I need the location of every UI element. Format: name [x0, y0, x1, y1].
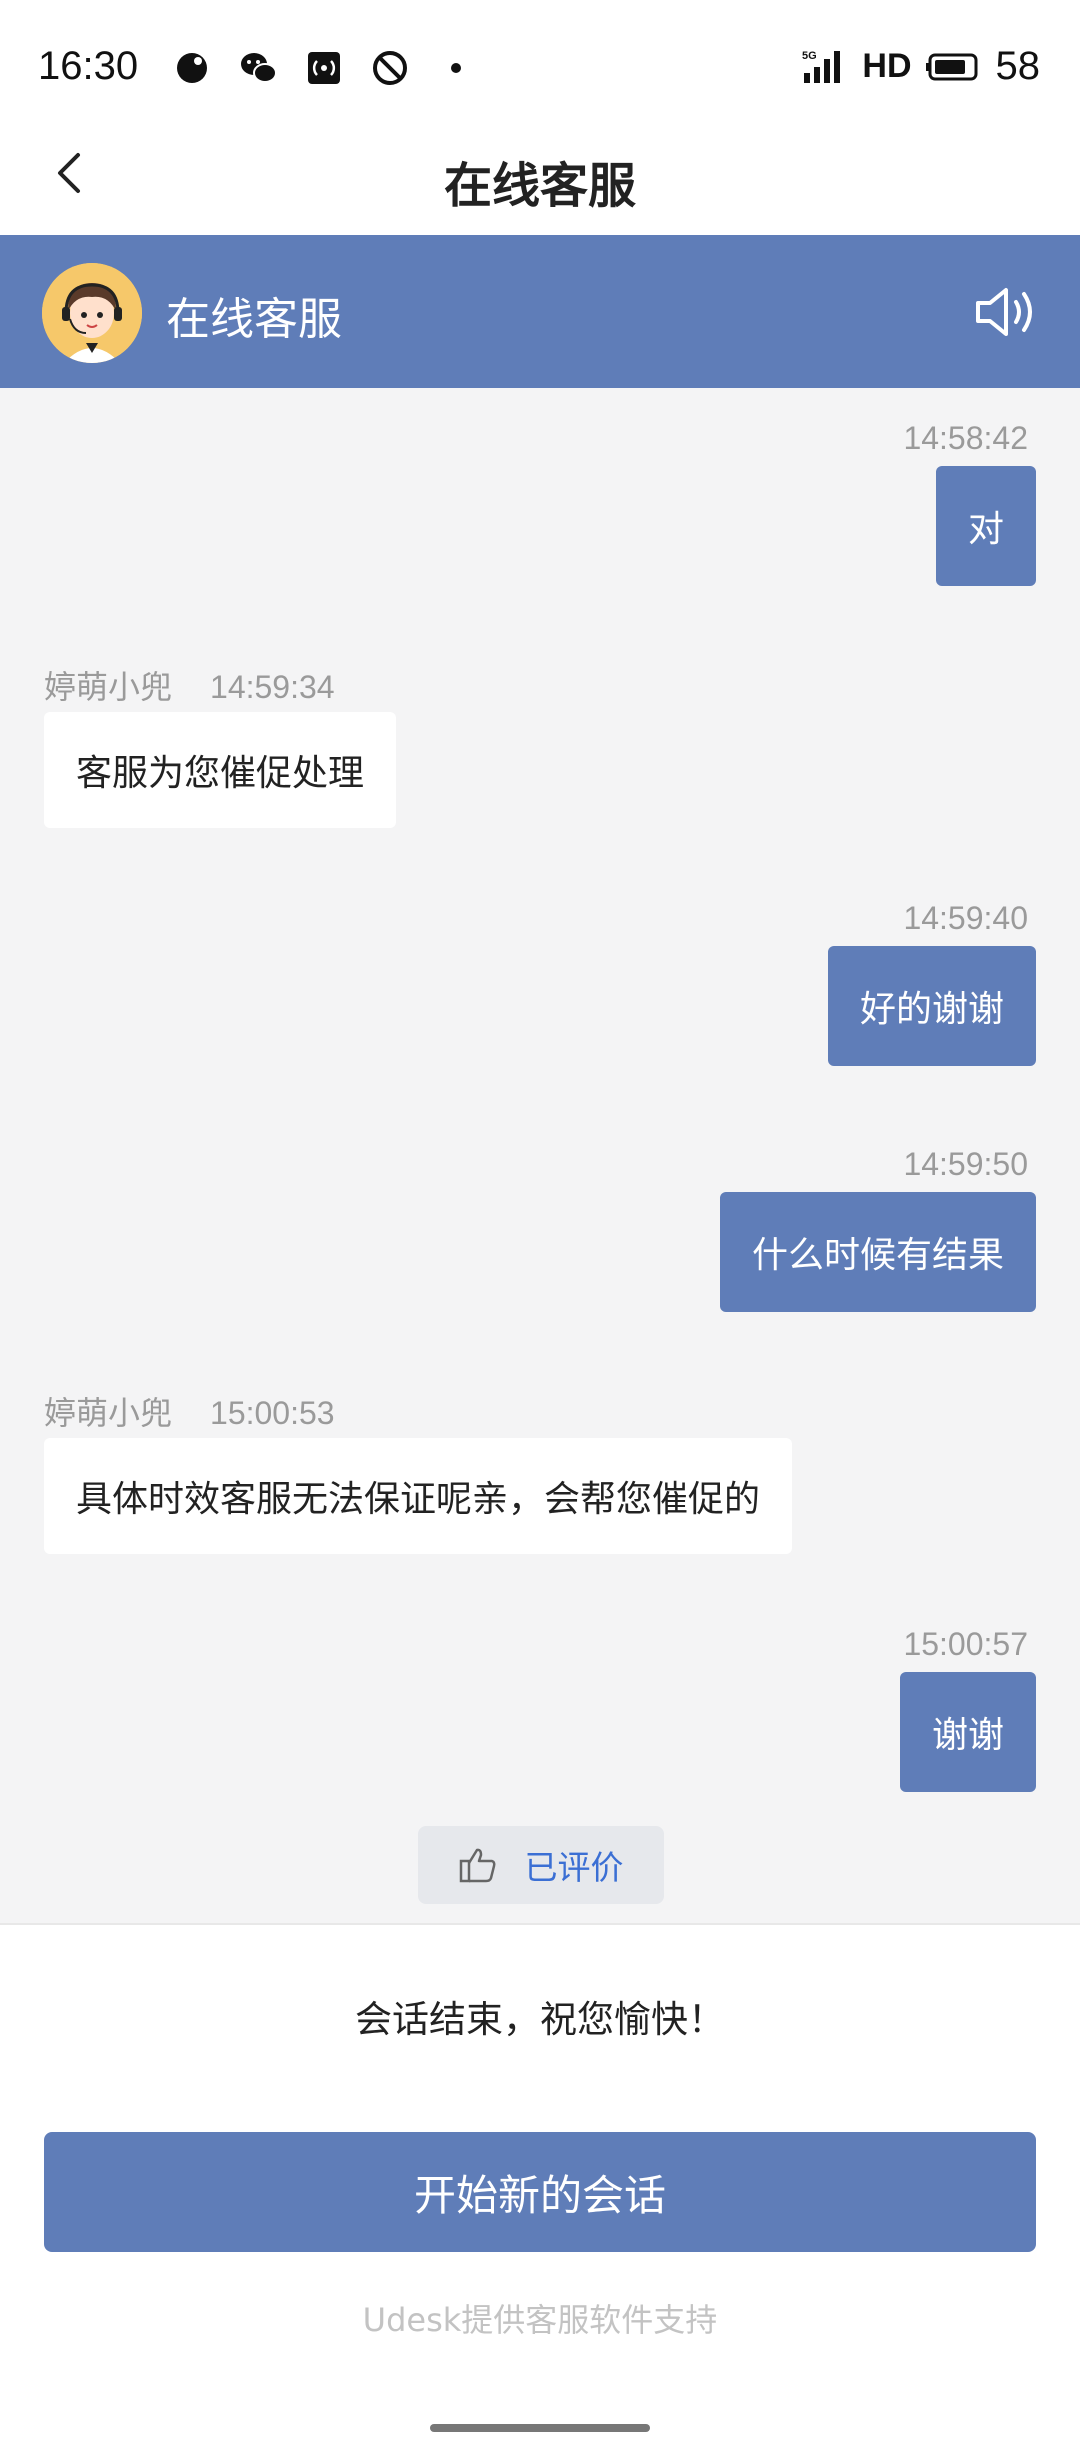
message-timestamp: 14:59:40: [903, 900, 1028, 936]
message-timestamp: 14:59:50: [903, 1146, 1028, 1182]
home-indicator[interactable]: [430, 2424, 650, 2432]
message-timestamp: 14:58:42: [903, 420, 1028, 456]
message-text: 具体时效客服无法保证呢亲，会帮您催促的: [76, 1479, 761, 1520]
message-text: 什么时候有结果: [751, 1235, 1004, 1276]
sender-name: 婷萌小兜: [44, 1395, 173, 1431]
signal-icon: 5G: [802, 50, 841, 83]
battery-level: 58: [995, 44, 1041, 88]
sender-name: 婷萌小兜: [44, 669, 173, 705]
incoming-message[interactable]: 客服为您催促处理: [44, 712, 397, 828]
message-timestamp: 15:00:57: [903, 1626, 1028, 1662]
rating-status-button[interactable]: 已评价: [418, 1826, 664, 1904]
app-dot-icon: [177, 53, 207, 83]
navigation-bar: 在线客服: [0, 110, 1080, 235]
outgoing-message[interactable]: 对: [935, 466, 1036, 586]
start-new-session-button[interactable]: 开始新的会话: [44, 2132, 1036, 2252]
powered-by-text: Udesk提供客服软件支持: [362, 2301, 718, 2339]
chat-messages[interactable]: 14:58:42 对 婷萌小兜 14:59:34 客服为您催促处理 14:59:4…: [0, 388, 1080, 1923]
battery-icon: [925, 53, 977, 80]
agent-name: 在线客服: [166, 294, 342, 345]
message-text: 好的谢谢: [859, 989, 1004, 1030]
sound-toggle-button[interactable]: [974, 285, 1040, 339]
message-meta: 婷萌小兜 15:00:53: [44, 1388, 335, 1434]
outgoing-message[interactable]: 好的谢谢: [827, 946, 1036, 1066]
hotspot-icon: [308, 52, 340, 84]
page-title: 在线客服: [443, 158, 636, 214]
message-meta: 婷萌小兜 14:59:34: [44, 662, 335, 708]
session-footer: 会话结束，祝您愉快！ 开始新的会话 Udesk提供客服软件支持: [0, 1923, 1080, 2460]
incoming-message[interactable]: 具体时效客服无法保证呢亲，会帮您催促的: [44, 1438, 793, 1554]
wechat-icon: [241, 53, 277, 83]
session-ended-text: 会话结束，祝您愉快！: [355, 1998, 725, 2041]
do-not-disturb-icon: [373, 51, 407, 85]
agent-avatar: [42, 263, 142, 363]
hd-label: HD: [862, 47, 912, 85]
customer-service-agent-icon: [42, 263, 142, 363]
message-timestamp: 14:59:34: [210, 669, 335, 705]
agent-header: 在线客服: [0, 235, 1080, 388]
thumbs-up-icon: [459, 1848, 495, 1883]
message-text: 客服为您催促处理: [76, 753, 365, 794]
message-text: 对: [967, 509, 1004, 550]
rating-label: 已评价: [524, 1848, 624, 1887]
message-timestamp: 15:00:53: [210, 1395, 335, 1431]
outgoing-message[interactable]: 谢谢: [899, 1672, 1036, 1792]
speaker-icon: [976, 288, 1032, 336]
network-type-label: 5G: [802, 50, 817, 62]
system-icons: 5G HD 58: [802, 44, 1040, 89]
message-text: 谢谢: [931, 1715, 1004, 1756]
status-time: 16:30: [38, 44, 139, 88]
more-notifications-dot-icon: [451, 63, 461, 73]
outgoing-message[interactable]: 什么时候有结果: [719, 1192, 1036, 1312]
notification-icons: [172, 48, 476, 88]
